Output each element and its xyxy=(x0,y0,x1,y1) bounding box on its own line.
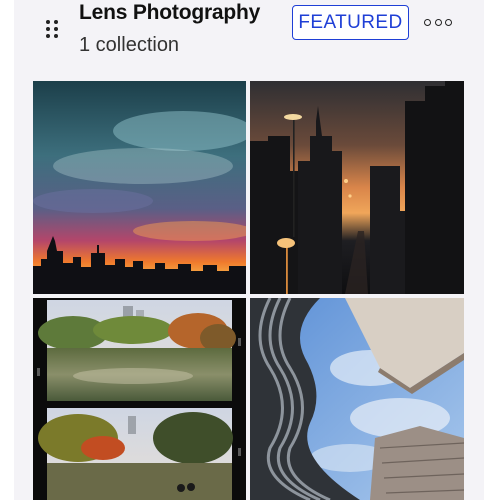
city-skyline-sunset-photo xyxy=(33,81,246,294)
collection-title[interactable]: Lens Photography xyxy=(79,0,260,26)
featured-badge: FEATURED xyxy=(292,5,409,40)
photo-tile-skyline[interactable] xyxy=(33,81,246,294)
building-sky-upward-photo xyxy=(250,298,464,500)
more-options-button[interactable] xyxy=(424,14,452,30)
more-dot-icon xyxy=(434,18,442,26)
city-street-dusk-photo xyxy=(250,81,464,294)
more-dot-icon xyxy=(424,18,431,26)
more-dot-icon xyxy=(445,18,452,26)
park-lake-film-strip-photo xyxy=(33,298,246,500)
photo-tile-park[interactable] xyxy=(33,298,246,500)
photo-tile-street[interactable] xyxy=(250,81,464,294)
collection-count: 1 collection xyxy=(79,34,180,56)
photo-tile-buildings[interactable] xyxy=(250,298,464,500)
drag-handle-icon[interactable] xyxy=(44,18,60,40)
